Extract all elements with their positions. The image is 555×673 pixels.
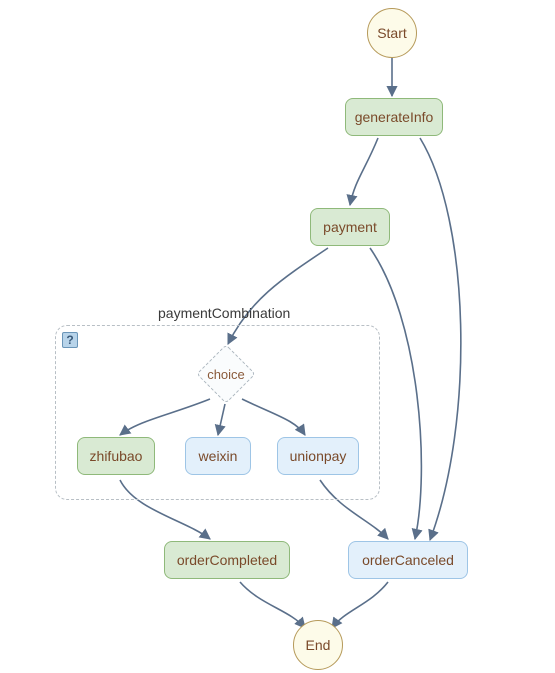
unionpay-label: unionpay xyxy=(290,448,347,464)
ordercanceled-node: orderCanceled xyxy=(348,541,468,579)
choice-label: choice xyxy=(196,344,256,404)
unionpay-node: unionpay xyxy=(277,437,359,475)
generateinfo-label: generateInfo xyxy=(355,109,434,125)
zhifubao-node: zhifubao xyxy=(77,437,155,475)
payment-combination-label: paymentCombination xyxy=(158,305,290,321)
help-icon[interactable]: ? xyxy=(62,332,78,348)
start-label: Start xyxy=(377,25,407,41)
start-node: Start xyxy=(367,8,417,58)
choice-node: choice xyxy=(196,344,256,404)
weixin-label: weixin xyxy=(199,448,238,464)
weixin-node: weixin xyxy=(185,437,251,475)
ordercompleted-node: orderCompleted xyxy=(164,541,290,579)
payment-node: payment xyxy=(310,208,390,246)
generateinfo-node: generateInfo xyxy=(345,98,443,136)
ordercanceled-label: orderCanceled xyxy=(362,552,454,568)
payment-label: payment xyxy=(323,219,377,235)
help-icon-glyph: ? xyxy=(66,333,73,347)
end-node: End xyxy=(293,620,343,670)
end-label: End xyxy=(306,637,331,653)
zhifubao-label: zhifubao xyxy=(90,448,143,464)
ordercompleted-label: orderCompleted xyxy=(177,552,277,568)
